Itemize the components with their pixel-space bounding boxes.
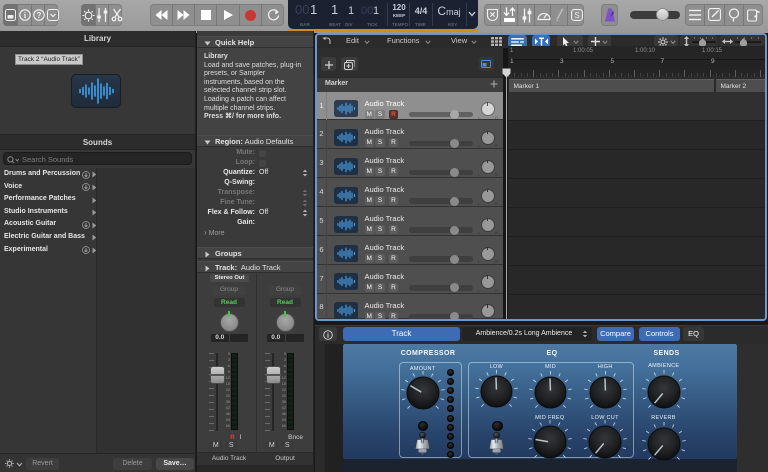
svg-text:S: S xyxy=(574,11,579,20)
svg-text:i: i xyxy=(24,11,27,20)
svg-text:i: i xyxy=(327,331,329,339)
svg-text:?: ? xyxy=(37,11,42,20)
